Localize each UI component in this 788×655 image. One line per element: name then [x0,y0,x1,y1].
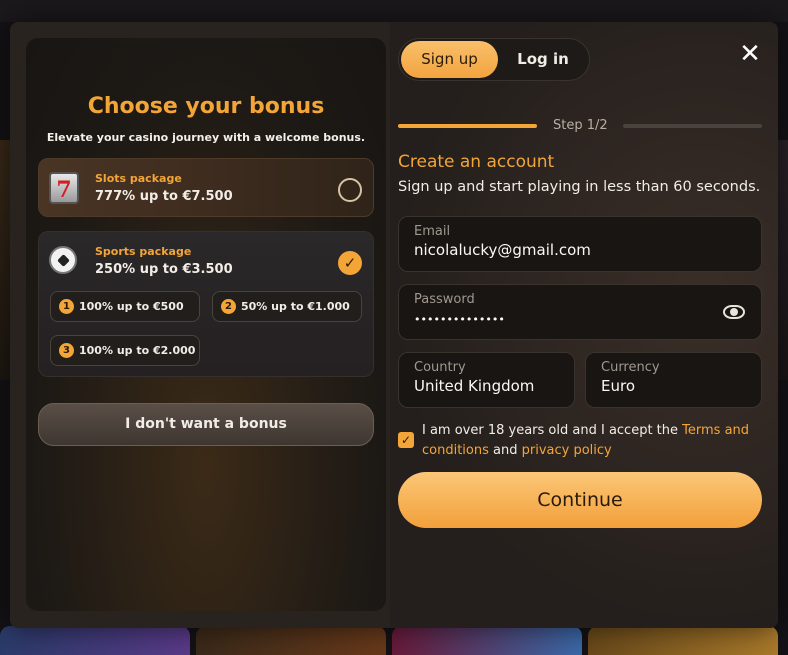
tab-sign-up[interactable]: Sign up [401,41,498,78]
form-title: Create an account [398,152,555,172]
no-bonus-button[interactable]: I don't want a bonus [38,403,374,446]
game-tile [392,626,582,655]
game-tile [0,626,190,655]
privacy-link[interactable]: privacy policy [522,443,612,458]
agree-text-start: I am over 18 years old and I accept the [422,423,683,438]
agree-text-mid: and [488,443,522,458]
currency-select[interactable]: Currency Euro [585,352,762,408]
game-tile [588,626,778,655]
step-progress-remaining [623,124,762,128]
slot-machine-icon: 7 [49,172,79,204]
bonus-tier-3: 3 100% up to €2.000 [50,335,200,366]
game-tile [196,626,386,655]
bonus-panel: Choose your bonus Elevate your casino jo… [26,38,386,611]
close-icon[interactable]: ✕ [738,41,762,67]
tier-label: 50% up to €1.000 [241,300,350,313]
package-value: 777% up to €7.500 [95,189,233,204]
tab-log-in[interactable]: Log in [499,41,587,78]
tier-label: 100% up to €2.000 [79,344,196,357]
email-field[interactable]: Email nicolalucky@gmail.com [398,216,762,272]
bonus-tier-2: 2 50% up to €1.000 [212,291,362,322]
slots-package-radio[interactable] [338,178,362,202]
package-name: Slots package [95,172,182,185]
signup-modal: Choose your bonus Elevate your casino jo… [10,22,778,628]
tier-number: 1 [59,299,74,314]
tier-number: 3 [59,343,74,358]
password-value: •••••••••••••• [414,313,505,326]
soccer-ball-icon [49,246,77,274]
package-value: 250% up to €3.500 [95,262,233,277]
country-value: United Kingdom [414,377,535,395]
bonus-tier-1: 1 100% up to €500 [50,291,200,322]
bonus-subtitle: Elevate your casino journey with a welco… [46,131,366,144]
bonus-title: Choose your bonus [87,94,325,119]
currency-value: Euro [601,377,635,395]
form-subtitle: Sign up and start playing in less than 6… [398,179,761,195]
password-label: Password [414,292,475,307]
agree-checkbox[interactable]: ✓ [398,432,414,448]
country-label: Country [414,360,466,375]
checkmark-icon[interactable]: ✓ [338,251,362,275]
currency-label: Currency [601,360,660,375]
continue-button[interactable]: Continue [398,472,762,528]
sports-package-card[interactable]: Sports package 250% up to €3.500 ✓ 1 100… [38,231,374,377]
eye-icon[interactable] [723,305,745,319]
email-value: nicolalucky@gmail.com [414,241,591,259]
country-select[interactable]: Country United Kingdom [398,352,575,408]
step-progress-complete [398,124,537,128]
password-field[interactable]: Password •••••••••••••• [398,284,762,340]
auth-tabs: Sign up Log in [398,38,590,81]
package-name: Sports package [95,245,192,258]
background-header [0,0,788,22]
tier-number: 2 [221,299,236,314]
step-label: Step 1/2 [553,118,608,133]
background-game-tiles [0,626,788,655]
email-label: Email [414,224,451,239]
slots-package-card[interactable]: 7 Slots package 777% up to €7.500 [38,158,374,217]
agree-text: I am over 18 years old and I accept the … [422,421,752,461]
tier-label: 100% up to €500 [79,300,184,313]
